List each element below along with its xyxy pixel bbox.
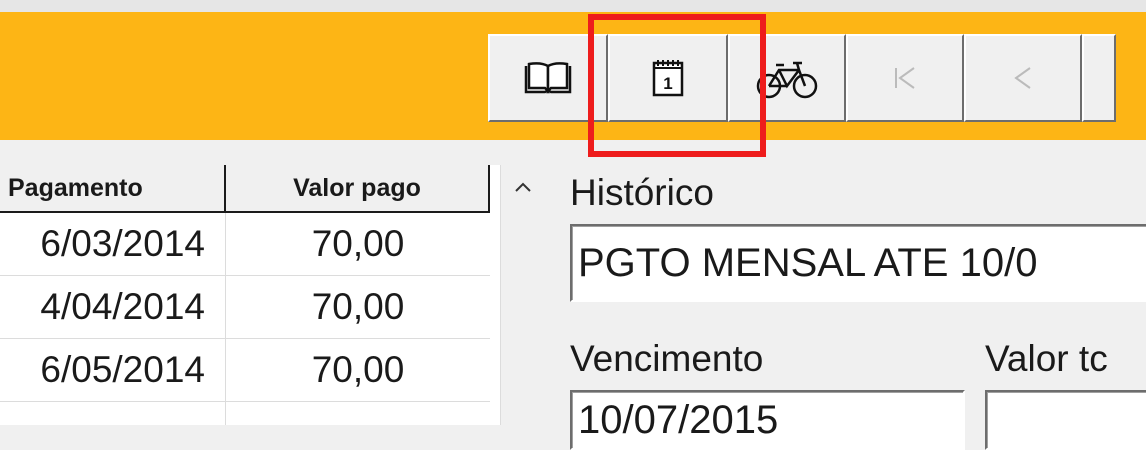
valor-pago-cell: 70,00 — [311, 349, 405, 390]
calendar-button[interactable]: 1 — [608, 34, 728, 122]
window-top-strip — [0, 0, 1146, 12]
calendar-digit: 1 — [663, 74, 672, 93]
table-row[interactable]: 6/03/2014 70,00 — [0, 213, 490, 276]
first-record-button[interactable] — [846, 34, 964, 122]
previous-record-button[interactable] — [964, 34, 1082, 122]
column-header-pagamento[interactable]: Pagamento — [0, 165, 226, 213]
scroll-up-button[interactable] — [501, 165, 545, 209]
calendar-icon: 1 — [652, 60, 684, 97]
bicycle-button[interactable] — [728, 34, 846, 122]
table-row[interactable]: 6/05/2014 70,00 — [0, 339, 490, 402]
previous-record-icon — [1014, 67, 1031, 89]
pagamento-cell: 4/04/2014 — [0, 276, 226, 338]
historico-label: Histórico — [570, 172, 714, 213]
vencimento-label: Vencimento — [570, 338, 764, 379]
valor-total-label: Valor tc — [985, 338, 1108, 379]
book-button[interactable] — [488, 34, 608, 122]
table-row[interactable]: 4/04/2014 70,00 — [0, 276, 490, 339]
valor-pago-cell: 70,00 — [311, 223, 405, 264]
next-toolbar-button[interactable] — [1082, 34, 1116, 122]
table-row[interactable] — [0, 402, 490, 425]
grid-header: Pagamento Valor pago — [0, 165, 490, 213]
pagamento-cell: 6/05/2014 — [0, 339, 226, 401]
historico-field[interactable]: PGTO MENSAL ATE 10/0 — [570, 224, 1146, 302]
pagamento-cell: 6/03/2014 — [0, 213, 226, 275]
first-record-icon — [895, 67, 915, 89]
open-book-icon — [524, 62, 572, 95]
vencimento-field[interactable]: 10/07/2015 — [570, 390, 965, 450]
payments-grid: Pagamento Valor pago 6/03/2014 70,00 4/0… — [0, 165, 500, 425]
toolbar: 1 — [488, 34, 1116, 122]
valor-pago-cell: 70,00 — [311, 286, 405, 327]
column-header-valor-pago[interactable]: Valor pago — [226, 165, 490, 213]
bicycle-icon — [756, 61, 818, 99]
chevron-up-icon — [515, 182, 531, 192]
grid-scrollbar[interactable] — [500, 165, 545, 425]
pagamento-cell — [0, 402, 226, 425]
valor-total-field[interactable] — [985, 390, 1146, 450]
valor-pago-cell — [226, 402, 490, 425]
